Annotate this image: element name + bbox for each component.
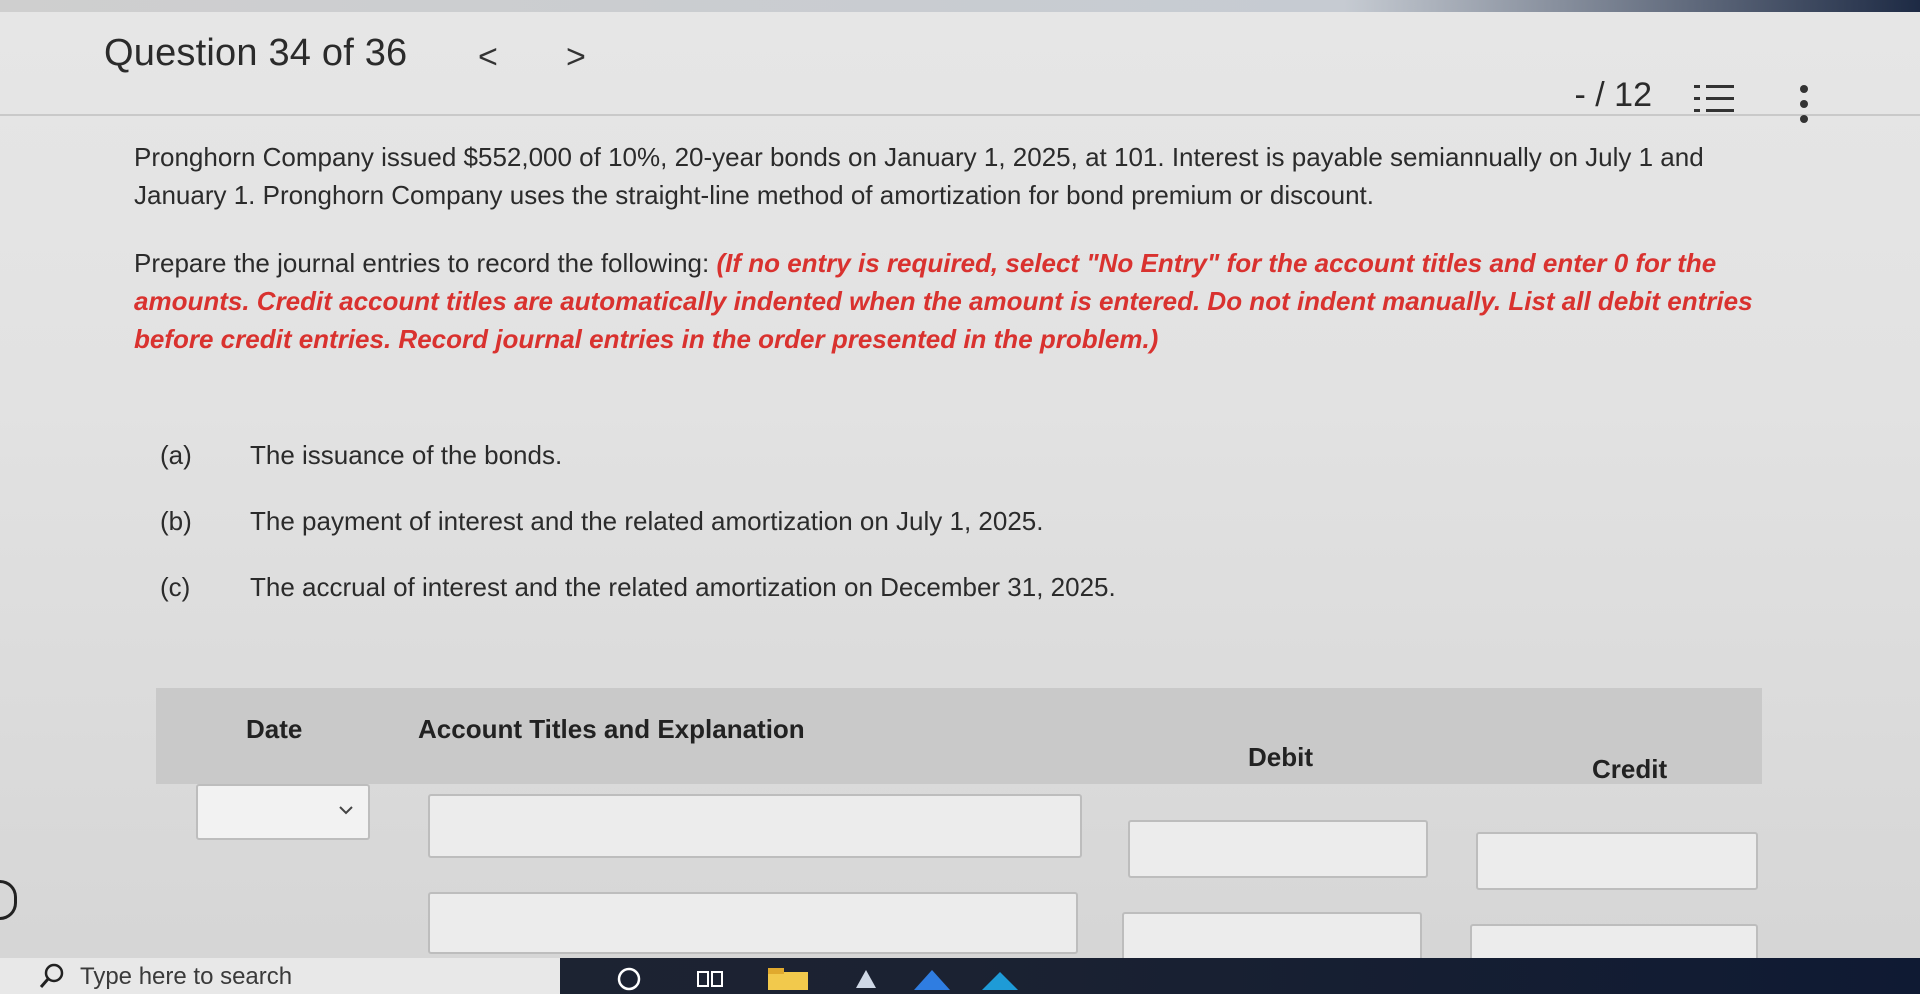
- journal-entry-table: Date Account Titles and Explanation Debi…: [156, 688, 1762, 982]
- edge-icon[interactable]: [980, 966, 1020, 992]
- previous-question-button[interactable]: <: [478, 40, 498, 74]
- requirement-item: (a) The issuance of the bonds.: [160, 440, 1116, 506]
- date-select[interactable]: [196, 784, 370, 840]
- search-placeholder: Type here to search: [80, 963, 293, 990]
- debit-amount-input[interactable]: [1128, 820, 1428, 878]
- credit-column-header: Credit: [1592, 754, 1668, 784]
- screen: Question 34 of 36 < > - / 12 Pronghorn C…: [0, 0, 1920, 994]
- credit-amount-input[interactable]: [1476, 832, 1758, 890]
- question-header: Question 34 of 36 < > - / 12: [0, 12, 1920, 123]
- chevron-down-icon: [339, 806, 353, 815]
- requirement-letter: (a): [160, 440, 192, 470]
- requirement-text: The payment of interest and the related …: [250, 506, 1044, 536]
- account-title-input[interactable]: [428, 794, 1082, 858]
- taskbar-search-box[interactable]: Type here to search: [0, 958, 560, 994]
- instruction-lead: Prepare the journal entries to record th…: [134, 248, 717, 278]
- vertical-ellipsis-icon[interactable]: [1798, 84, 1810, 124]
- task-view-icon[interactable]: [696, 966, 724, 992]
- cortana-icon[interactable]: [616, 966, 642, 992]
- account-title-input[interactable]: [428, 892, 1078, 954]
- browser-icon[interactable]: [852, 966, 880, 992]
- instructions: Prepare the journal entries to record th…: [134, 244, 1754, 358]
- date-column-header: Date: [246, 714, 303, 744]
- requirement-list: (a) The issuance of the bonds. (b) The p…: [160, 440, 1116, 638]
- requirement-letter: (c): [160, 572, 191, 602]
- table-header: Date Account Titles and Explanation Debi…: [156, 688, 1762, 784]
- store-icon[interactable]: [912, 966, 952, 992]
- side-edge-mark: [0, 880, 17, 920]
- debit-column-header: Debit: [1248, 742, 1313, 772]
- requirement-letter: (b): [160, 506, 192, 536]
- top-band: [0, 0, 1920, 12]
- file-explorer-icon[interactable]: [766, 966, 810, 992]
- requirement-item: (c) The accrual of interest and the rela…: [160, 572, 1116, 638]
- taskbar: Type here to search: [0, 958, 1920, 994]
- requirement-text: The issuance of the bonds.: [250, 440, 563, 470]
- numbered-list-icon[interactable]: [1694, 82, 1736, 118]
- requirement-item: (b) The payment of interest and the rela…: [160, 506, 1116, 572]
- question-counter: Question 34 of 36: [104, 32, 408, 74]
- problem-statement: Pronghorn Company issued $552,000 of 10%…: [134, 142, 1704, 210]
- question-content: Pronghorn Company issued $552,000 of 10%…: [134, 138, 1774, 358]
- score-display: - / 12: [1574, 76, 1652, 114]
- requirement-text: The accrual of interest and the related …: [250, 572, 1116, 602]
- account-column-header: Account Titles and Explanation: [418, 714, 805, 744]
- search-icon: [39, 963, 64, 988]
- next-question-button[interactable]: >: [566, 40, 586, 74]
